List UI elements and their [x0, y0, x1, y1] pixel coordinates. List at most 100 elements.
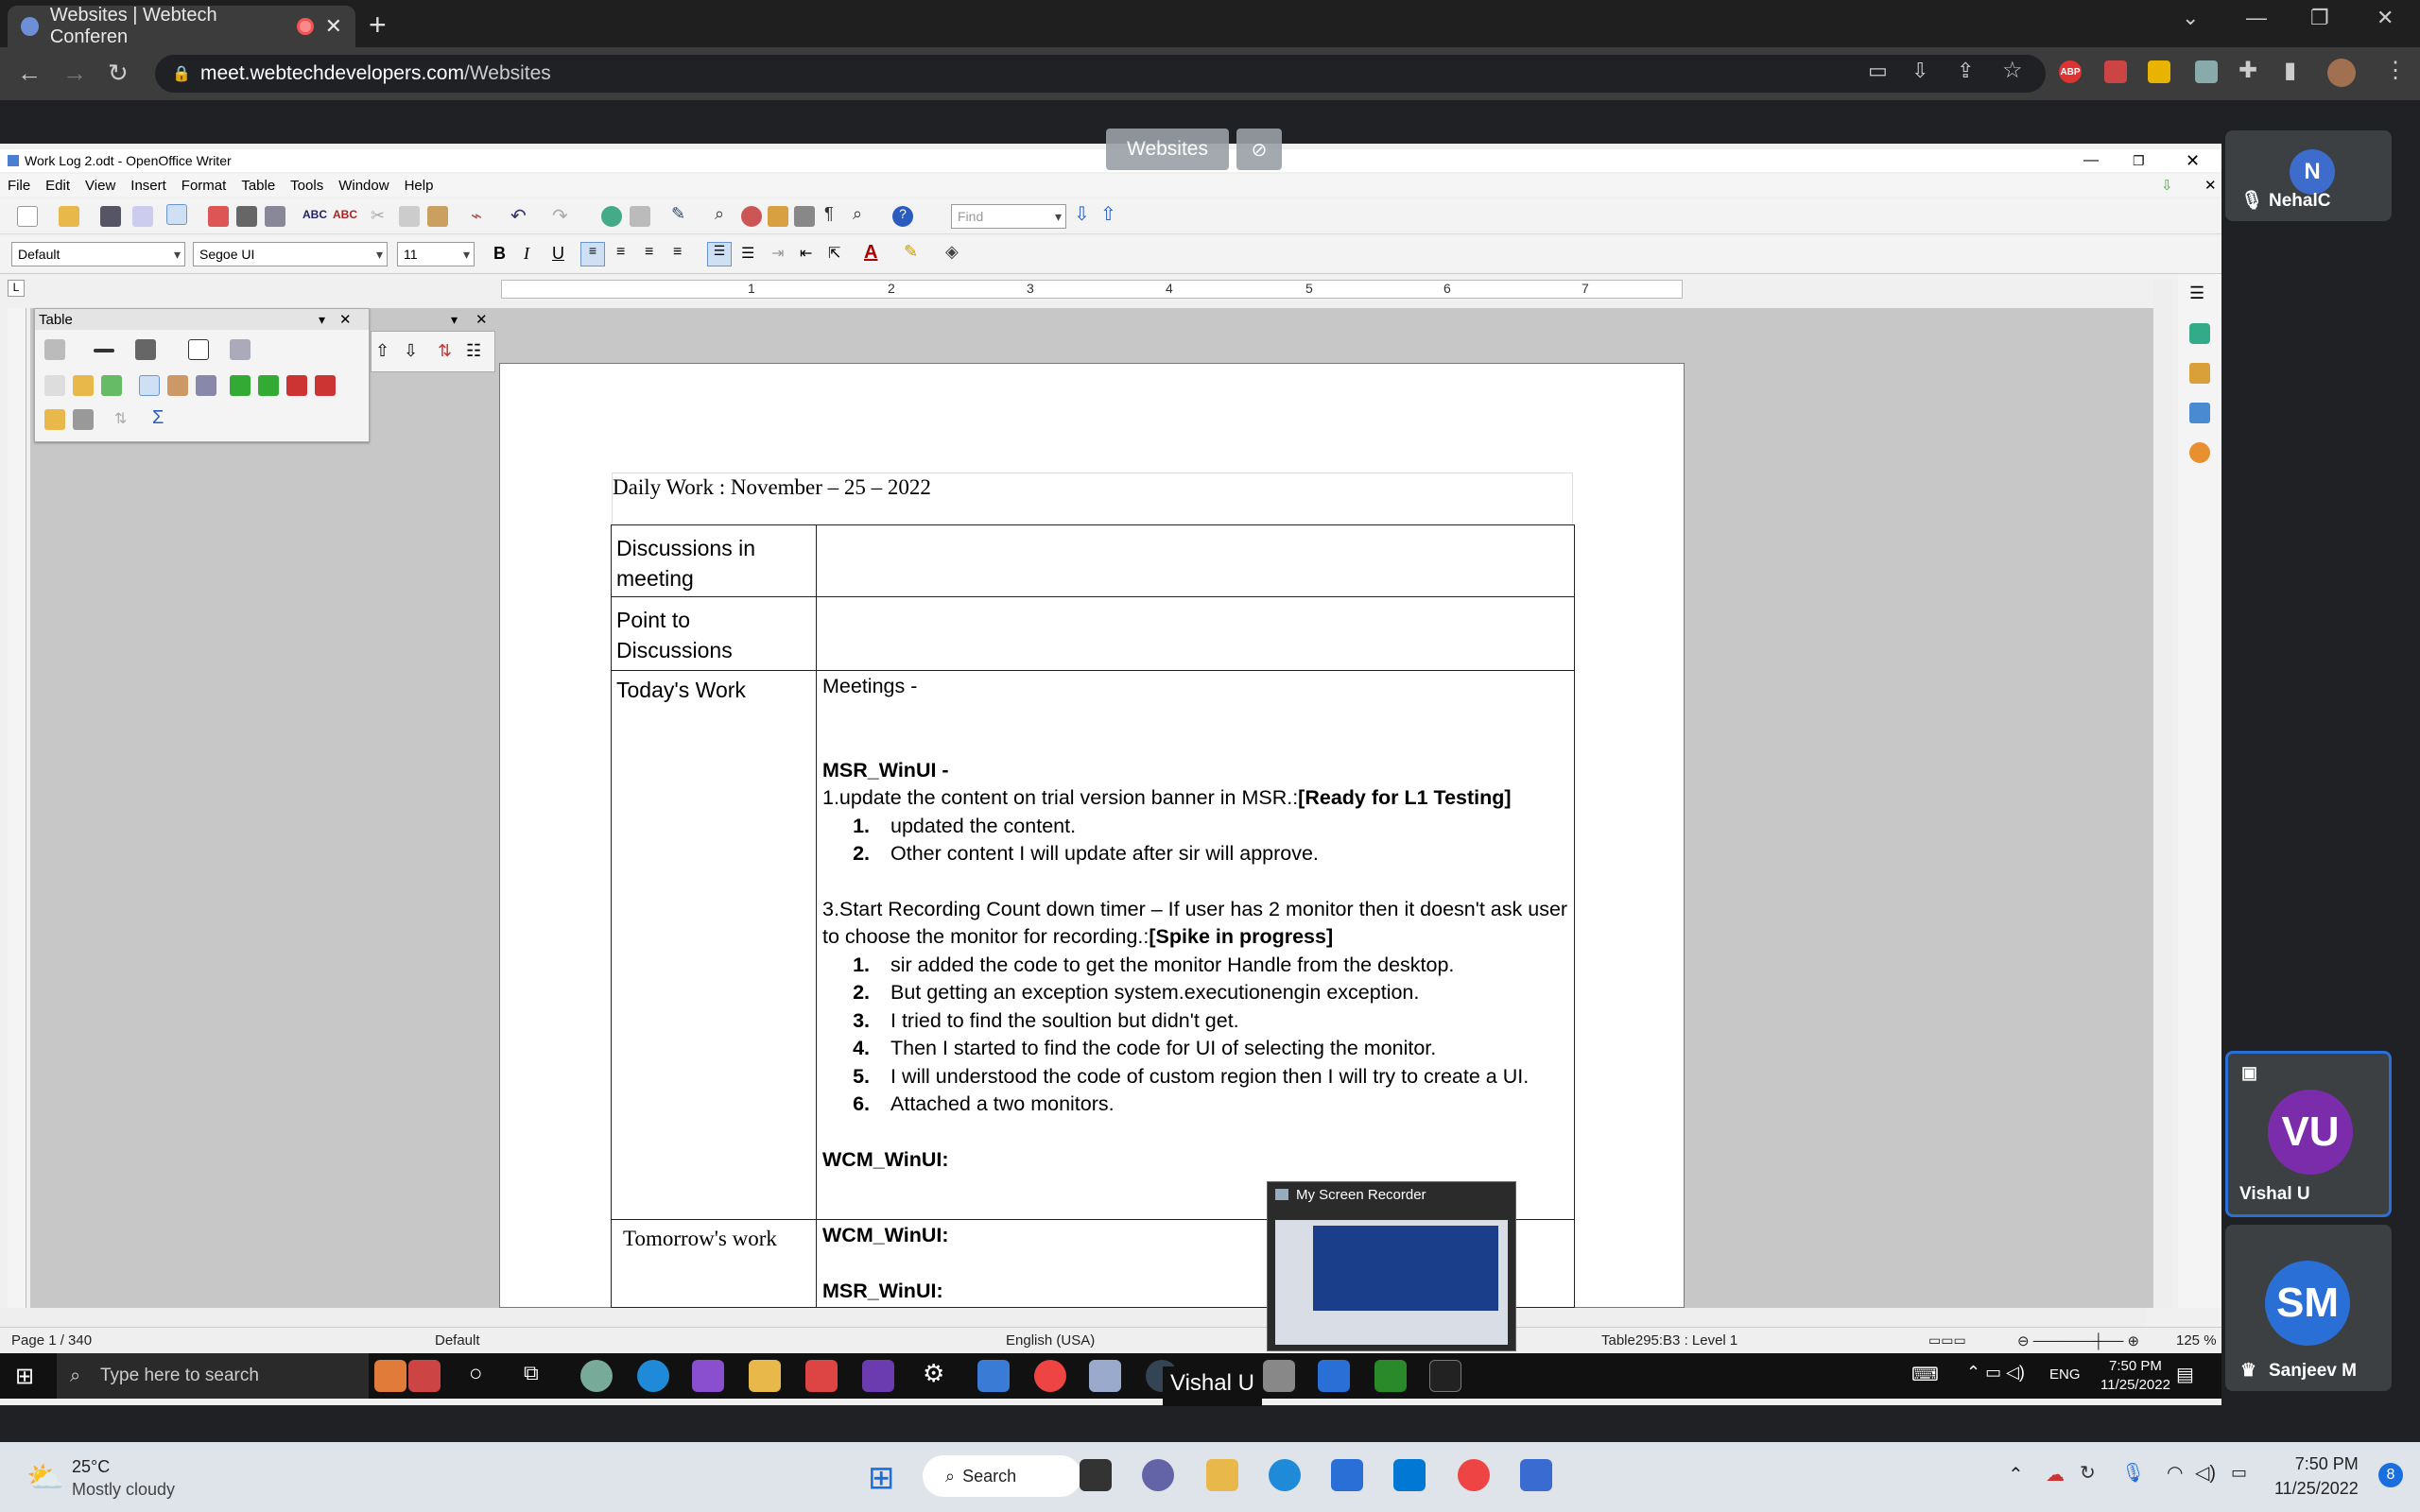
email-icon[interactable]	[132, 206, 153, 227]
clone-formatting-icon[interactable]: ⌁	[471, 204, 482, 228]
find-previous-icon[interactable]: ⇧	[1100, 202, 1116, 226]
align-top-icon[interactable]	[139, 375, 160, 396]
browser-tab[interactable]: Websites | Webtech Conferen ✕	[8, 5, 355, 47]
file-explorer-icon[interactable]	[749, 1360, 781, 1392]
taskbar-app5-icon[interactable]	[1263, 1360, 1295, 1392]
row-value-points[interactable]	[816, 596, 1575, 671]
align-bottom-icon[interactable]	[196, 375, 216, 396]
participant-tile-vishal[interactable]: ▣ VU Vishal U	[2225, 1051, 2392, 1217]
second-toolbar-close-icon[interactable]: ✕	[475, 311, 488, 328]
navigator-icon[interactable]	[741, 206, 762, 227]
store-icon[interactable]	[977, 1360, 1010, 1392]
presentation-control-icon[interactable]: ⊘	[1236, 129, 1282, 170]
extensions-puzzle-icon[interactable]: ✚	[2238, 57, 2257, 84]
keyboard-icon[interactable]: ⌨	[1911, 1363, 1939, 1386]
sidebar-gallery-icon[interactable]	[2189, 403, 2210, 423]
taskbar-app6-icon[interactable]	[1318, 1360, 1350, 1392]
horizontal-ruler[interactable]: 1 2 3 4 5 6 7	[501, 280, 1683, 299]
extension-red-icon[interactable]	[2104, 60, 2127, 83]
line-style-icon[interactable]	[94, 349, 114, 352]
find-field[interactable]: Find	[951, 204, 1066, 229]
find-next-icon[interactable]: ⇩	[1074, 202, 1090, 226]
teams-chat-icon[interactable]	[1142, 1459, 1174, 1491]
participant-tile-nehal[interactable]: N 🎙 NehalC	[2225, 130, 2392, 221]
undo-icon[interactable]: ↶	[510, 204, 527, 228]
font-color-icon[interactable]: A	[864, 242, 877, 264]
screen-recorder-preview[interactable]: My Screen Recorder	[1267, 1181, 1516, 1351]
extension-lock-icon[interactable]	[2148, 60, 2170, 83]
font-name-select[interactable]: Segoe UI	[193, 242, 388, 266]
gallery-icon[interactable]	[768, 206, 788, 227]
italic-icon[interactable]: I	[524, 244, 529, 264]
menu-file[interactable]: File	[8, 178, 30, 194]
edit-mode-icon[interactable]	[166, 204, 187, 225]
copy-icon[interactable]	[399, 206, 420, 227]
taskbar-gift-icon[interactable]	[408, 1360, 441, 1392]
sort-icon[interactable]: ⇅	[114, 409, 127, 428]
sum-icon[interactable]: Σ	[152, 407, 164, 429]
align-center-icon[interactable]: ≡	[616, 244, 625, 261]
sidebar-styles-icon[interactable]	[2189, 363, 2210, 384]
save-icon[interactable]	[100, 206, 121, 227]
zoom-slider[interactable]: ⊖ ──────┼── ⊕	[2017, 1332, 2139, 1349]
align-right-icon[interactable]: ≡	[645, 244, 653, 261]
restore-button[interactable]: ❐	[2310, 6, 2329, 30]
data-sources-icon[interactable]	[794, 206, 815, 227]
notifications-icon[interactable]: ▤	[2176, 1363, 2194, 1386]
increase-indent-icon[interactable]: ⇥	[771, 244, 784, 263]
menu-help[interactable]: Help	[405, 178, 434, 194]
task-view-icon[interactable]	[1080, 1459, 1112, 1491]
menu-insert[interactable]: Insert	[130, 178, 166, 194]
table-properties-icon[interactable]	[73, 409, 94, 430]
chrome-icon[interactable]	[1458, 1459, 1490, 1491]
view-layout-icon[interactable]: ▭▭▭	[1928, 1332, 1966, 1349]
nonprinting-chars-icon[interactable]: ¶	[824, 204, 834, 224]
writer-close-button[interactable]: ✕	[2186, 151, 2200, 171]
writer-restore-button[interactable]: ❐	[2133, 153, 2145, 169]
tab-close-icon[interactable]: ✕	[325, 14, 342, 39]
file-explorer-icon[interactable]	[1206, 1459, 1238, 1491]
presenting-label[interactable]: Websites	[1106, 129, 1229, 170]
tab-stop-selector[interactable]: L	[8, 280, 25, 297]
zoom-icon[interactable]: ⌕	[853, 204, 862, 224]
visual-studio2-icon[interactable]	[862, 1360, 894, 1392]
background-color-icon[interactable]: ◈	[945, 242, 959, 262]
highlight-icon[interactable]: ✎	[904, 242, 918, 262]
page-preview-icon[interactable]	[265, 206, 285, 227]
side-panel-icon[interactable]: ▮	[2284, 57, 2296, 84]
weather-condition[interactable]: Mostly cloudy	[72, 1480, 175, 1500]
profile-avatar[interactable]	[2327, 59, 2356, 87]
sort-descending-icon[interactable]: ⇩	[404, 341, 418, 361]
bullets-icon[interactable]: ☰	[741, 244, 754, 263]
menu-tools[interactable]: Tools	[290, 178, 323, 194]
show-draw-functions-icon[interactable]: ✎	[671, 204, 685, 224]
borders-icon[interactable]	[188, 339, 209, 360]
volume-icon[interactable]: ◁)	[2195, 1461, 2216, 1485]
writer-minimize-button[interactable]: —	[2083, 152, 2099, 169]
underline-icon[interactable]: U	[552, 244, 564, 264]
taskbar-app-icon[interactable]	[580, 1360, 613, 1392]
bookmark-star-icon[interactable]: ☆	[2002, 57, 2023, 84]
table-toolbar-dropdown-icon[interactable]: ▾	[319, 312, 325, 328]
autoformat-icon[interactable]	[44, 409, 65, 430]
delete-column-icon[interactable]	[315, 375, 336, 396]
tab-search-icon[interactable]: ⌄	[2182, 6, 2199, 30]
row-value-today[interactable]: Meetings - MSR_WinUI - 1.update the cont…	[816, 670, 1575, 1220]
forward-button[interactable]: →	[62, 59, 87, 88]
weather-icon[interactable]: ⛅	[26, 1459, 64, 1495]
notification-badge[interactable]: 8	[2378, 1463, 2403, 1487]
cell-background-icon[interactable]	[230, 339, 251, 360]
tray-overflow-icon[interactable]: ⌃ ▭ ◁)	[1966, 1363, 2025, 1383]
taskbar-alarm-icon[interactable]	[374, 1360, 406, 1392]
justify-icon[interactable]: ≡	[673, 244, 682, 261]
paragraph-style-select[interactable]: Default	[11, 242, 185, 266]
sort-ascending-icon[interactable]: ⇧	[375, 341, 389, 361]
camera-icon[interactable]: ▭	[1868, 59, 1888, 83]
center-vertically-icon[interactable]	[167, 375, 188, 396]
edge-icon[interactable]	[637, 1360, 669, 1392]
menu-edit[interactable]: Edit	[45, 178, 70, 194]
menu-view[interactable]: View	[85, 178, 115, 194]
taskbar-app7-icon[interactable]	[1374, 1360, 1407, 1392]
menu-format[interactable]: Format	[182, 178, 227, 194]
paste-icon[interactable]	[427, 206, 448, 227]
